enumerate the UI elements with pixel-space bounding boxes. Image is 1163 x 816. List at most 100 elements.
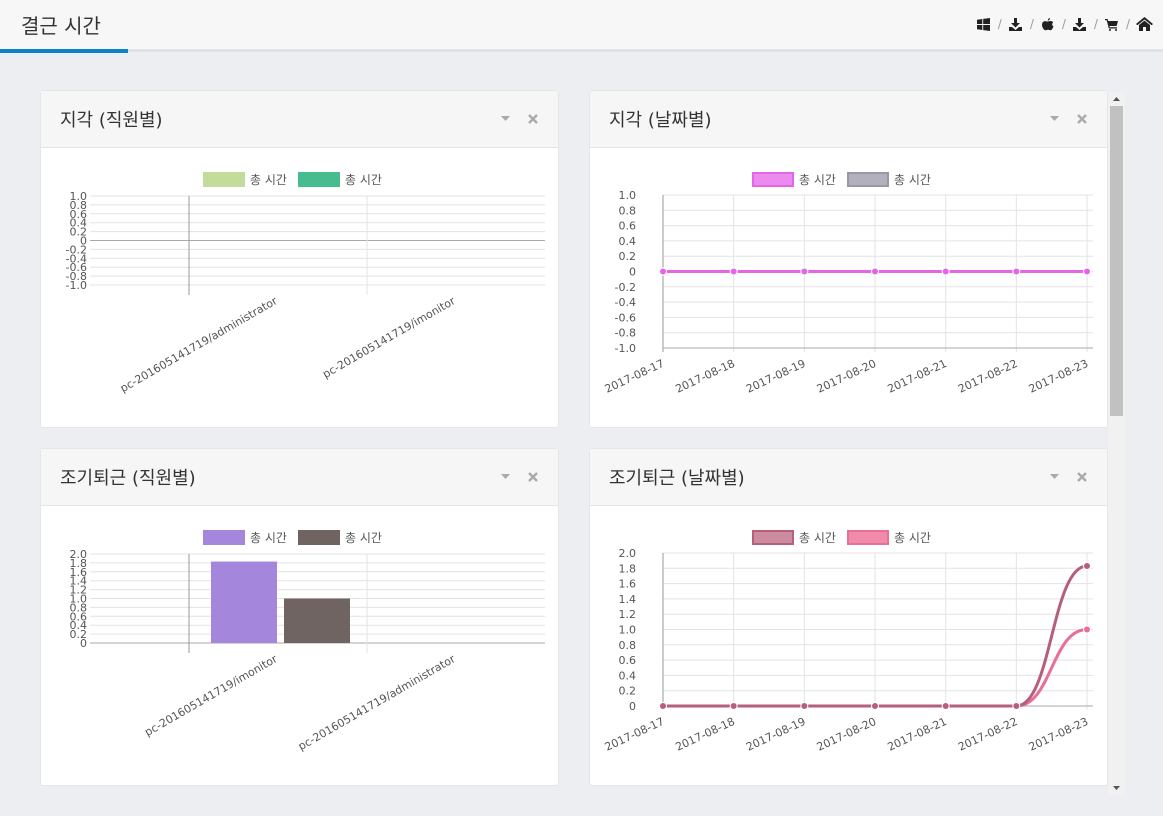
close-icon[interactable] (1075, 112, 1089, 126)
panel-tools (1047, 112, 1089, 126)
panel-header: 지각 (날짜별) (590, 91, 1107, 148)
apple-icon[interactable] (1037, 14, 1059, 34)
panel-early-leave-by-date: 조기퇴근 (날짜별) 총 시간 총 시간 2.0 1.8 1.6 1.4 1.2 1.0 0.8… (589, 448, 1108, 786)
y-tick-label: 1.4 (619, 593, 637, 606)
y-tick-label: 0 (80, 637, 87, 650)
data-point (871, 702, 879, 710)
x-tick-label: pc-20160514171​9/administrator (118, 294, 280, 395)
chart: 총 시간 총 시간1.00.80.60.40.20-0.2-0.4-0.6-0.8… (603, 172, 1093, 396)
download-icon[interactable] (1069, 14, 1091, 34)
y-tick-label: 0.8 (619, 639, 637, 652)
y-tick-label: 1.0 (619, 189, 637, 202)
legend-swatch (298, 172, 340, 187)
legend-swatch (847, 530, 889, 545)
data-point (1012, 267, 1021, 276)
data-point (1083, 562, 1091, 571)
x-tick-label: pc-201605141719/administrator (296, 652, 458, 753)
y-tick-label: 0 (629, 266, 636, 279)
data-point (1083, 625, 1091, 634)
cart-icon[interactable] (1101, 14, 1123, 34)
bar (211, 561, 277, 643)
nav-separator: / (1093, 17, 1098, 31)
x-tick-label: 2017-08-18 (673, 357, 736, 396)
scrollbar-thumb[interactable] (1110, 106, 1123, 416)
close-icon[interactable] (526, 470, 540, 484)
x-tick-label: 2017-08-22 (956, 357, 1019, 396)
legend-label: 총 시간 (799, 173, 836, 187)
bar (284, 598, 350, 643)
panel-header: 지각 (직원별) (41, 91, 558, 148)
panel-tools (498, 470, 540, 484)
y-tick-label: 0.6 (619, 654, 637, 667)
panel-title: 지각 (날짜별) (609, 110, 712, 131)
x-tick-label: 2017-08-17 (603, 357, 666, 396)
download-icon[interactable] (1005, 14, 1027, 34)
panel-late-by-employee: 지각 (직원별) 총 시간 총 시간 1.0 0.8 0.6 0.4 0.2 0 -0.2 -0.… (40, 90, 559, 428)
collapse-icon[interactable] (498, 112, 512, 126)
y-tick-label: -0.8 (615, 327, 636, 340)
panel-title: 지각 (직원별) (60, 110, 163, 131)
panel-tools (498, 112, 540, 126)
panel-title: 조기퇴근 (날짜별) (609, 468, 745, 489)
data-point (1083, 267, 1091, 276)
y-tick-label: -1.0 (615, 342, 636, 355)
data-point (800, 267, 809, 276)
x-tick-label: 2017-08-21 (885, 357, 948, 396)
x-tick-label: 2017-08-19 (744, 357, 807, 396)
scroll-up-icon[interactable] (1108, 92, 1125, 106)
x-tick-label: 2017-08-20 (815, 357, 878, 396)
y-tick-label: 0.2 (619, 685, 637, 698)
legend-label: 총 시간 (894, 531, 931, 545)
legend-label: 총 시간 (345, 173, 382, 187)
x-tick-label: pc-201605141719/imonitor (142, 652, 279, 739)
chart: 총 시간 총 시간1.00.80.60.40.20-0.2-0.4-0.6-0.8… (66, 172, 545, 395)
scroll-down-icon[interactable] (1108, 781, 1125, 795)
y-tick-label: -0.6 (615, 311, 636, 324)
x-tick-label: 2017-08-23 (1027, 715, 1090, 754)
y-tick-label: -0.4 (615, 296, 636, 309)
data-point (729, 702, 738, 710)
chart: 총 시간 총 시간 2.0 1.8 1.6 1.4 1.2 1.0 0.8 0.6 0.4 0.2 0 2… (603, 530, 1093, 754)
panel-header: 조기퇴근 (날짜별) (590, 449, 1107, 506)
x-tick-label: 2017-08-22 (956, 715, 1019, 754)
x-tick-label: 2017-08-18 (673, 715, 736, 754)
data-point (871, 267, 879, 276)
panel-title: 조기퇴근 (직원별) (60, 468, 196, 489)
collapse-icon[interactable] (498, 470, 512, 484)
legend-label: 총 시간 (894, 173, 931, 187)
close-icon[interactable] (526, 112, 540, 126)
y-tick-label: 1.2 (619, 608, 637, 621)
vertical-scrollbar[interactable] (1108, 92, 1125, 795)
x-tick-label: 2017-08-20 (815, 715, 878, 754)
top-nav: / / / / / (973, 14, 1155, 34)
data-point (1012, 702, 1021, 710)
home-icon[interactable] (1133, 14, 1155, 34)
legend-swatch (847, 172, 889, 187)
panel-late-by-date: 지각 (날짜별) 총 시간 총 시간 1.0 0.8 0.6 0.4 0.2 0 -0.2 -0.… (589, 90, 1108, 428)
legend-label: 총 시간 (250, 173, 287, 187)
windows-icon[interactable] (973, 14, 995, 34)
nav-separator: / (1125, 17, 1130, 31)
x-tick-label: 2017-08-21 (885, 715, 948, 754)
data-point (941, 702, 950, 710)
active-tab-indicator (0, 49, 128, 53)
y-tick-label: 1.6 (619, 578, 637, 591)
collapse-icon[interactable] (1047, 470, 1061, 484)
legend-swatch (752, 530, 794, 545)
top-bar: 결근 시간 / / / / / (0, 0, 1163, 53)
nav-separator: / (1029, 17, 1034, 31)
x-tick-label: 2017-08-17 (603, 715, 666, 754)
legend-label: 총 시간 (799, 531, 836, 545)
y-tick-label: 0.8 (619, 204, 637, 217)
y-tick-label: 0.6 (619, 220, 637, 233)
data-point (659, 267, 667, 276)
legend-label: 총 시간 (250, 531, 287, 545)
data-point (941, 267, 950, 276)
nav-separator: / (1061, 17, 1066, 31)
y-tick-label: -0.2 (615, 281, 636, 294)
x-tick-label: 2017-08-19 (744, 715, 807, 754)
y-tick-label: 0 (629, 700, 636, 713)
legend-label: 총 시간 (345, 531, 382, 545)
collapse-icon[interactable] (1047, 112, 1061, 126)
close-icon[interactable] (1075, 470, 1089, 484)
